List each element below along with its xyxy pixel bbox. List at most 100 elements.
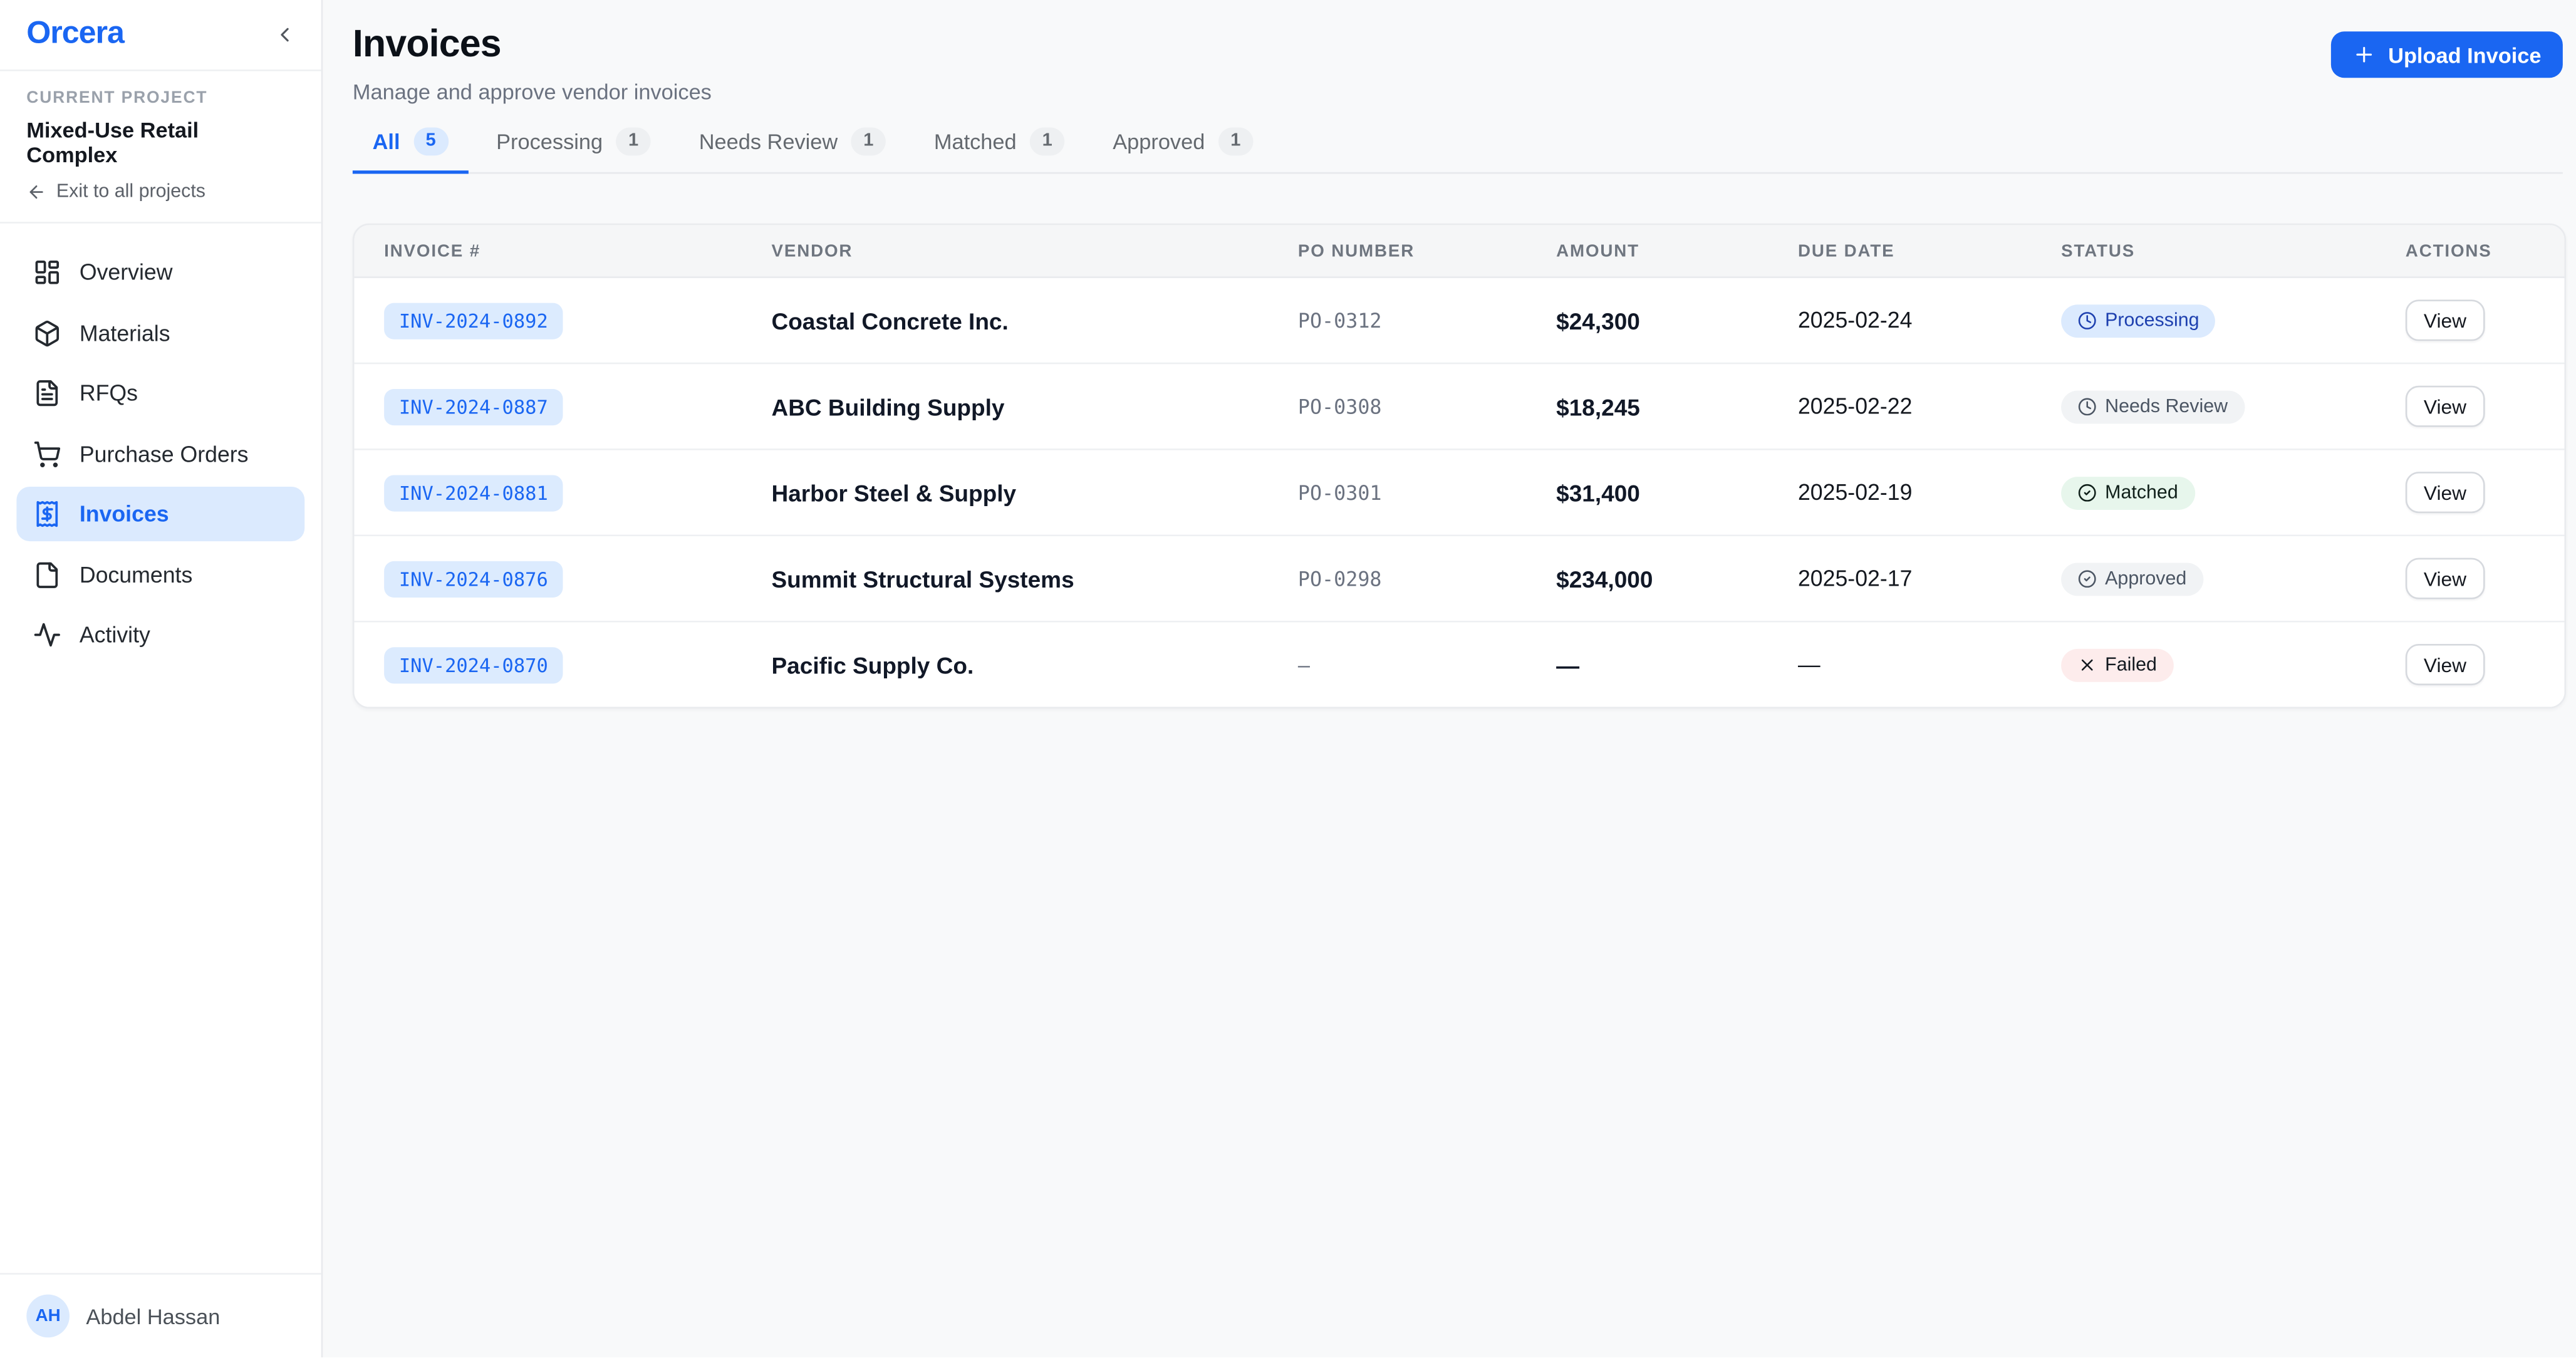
tab-count-badge: 1 <box>1030 127 1065 155</box>
current-project-section: CURRENT PROJECT Mixed-Use Retail Complex… <box>0 71 321 224</box>
sidebar-item-label: Activity <box>80 623 150 648</box>
column-header-invoice: INVOICE # <box>355 225 742 276</box>
column-header-status: STATUS <box>2032 225 2376 276</box>
user-menu[interactable]: AH Abdel Hassan <box>0 1273 321 1358</box>
vendor-name: Harbor Steel & Supply <box>742 450 1268 535</box>
po-number: — <box>1268 623 1526 707</box>
tab-approved[interactable]: Approved 1 <box>1093 127 1273 174</box>
exit-projects-link[interactable]: Exit to all projects <box>26 182 294 202</box>
sidebar-item-materials[interactable]: Materials <box>16 306 304 360</box>
invoice-amount: $31,400 <box>1527 450 1768 535</box>
exit-projects-label: Exit to all projects <box>56 182 205 202</box>
package-icon <box>33 319 61 347</box>
view-button[interactable]: View <box>2406 386 2485 427</box>
view-button[interactable]: View <box>2406 299 2485 341</box>
invoice-number-link[interactable]: INV-2024-0876 <box>384 561 563 597</box>
po-number: PO-0312 <box>1268 278 1526 363</box>
user-name: Abdel Hassan <box>86 1304 220 1329</box>
column-header-po: PO NUMBER <box>1268 225 1526 276</box>
vendor-name: Coastal Concrete Inc. <box>742 278 1268 363</box>
tab-count-badge: 1 <box>851 127 886 155</box>
tab-processing[interactable]: Processing 1 <box>476 127 670 174</box>
brand-logo: Orcera <box>26 16 124 53</box>
table-row: INV-2024-0892 Coastal Concrete Inc. PO-0… <box>355 278 2565 364</box>
check-circle-icon <box>2078 569 2097 588</box>
sidebar-item-label: Purchase Orders <box>80 441 249 466</box>
view-button[interactable]: View <box>2406 472 2485 513</box>
view-button[interactable]: View <box>2406 644 2485 685</box>
sidebar-item-label: Invoices <box>80 502 169 527</box>
tab-label: All <box>373 129 400 154</box>
column-header-actions: ACTIONS <box>2376 225 2564 276</box>
status-label: Processing <box>2105 311 2199 331</box>
vendor-name: ABC Building Supply <box>742 364 1268 448</box>
status-badge: Processing <box>2061 304 2216 337</box>
tab-matched[interactable]: Matched 1 <box>914 127 1084 174</box>
table-row: INV-2024-0870 Pacific Supply Co. — — — F… <box>355 623 2565 707</box>
po-number: PO-0301 <box>1268 450 1526 535</box>
table-header-row: INVOICE # VENDOR PO NUMBER AMOUNT DUE DA… <box>355 225 2565 278</box>
status-label: Approved <box>2105 569 2186 589</box>
upload-invoice-button[interactable]: Upload Invoice <box>2330 31 2563 78</box>
view-button[interactable]: View <box>2406 558 2485 599</box>
invoice-amount: — <box>1527 623 1768 707</box>
invoice-amount: $234,000 <box>1527 536 1768 621</box>
sidebar-item-overview[interactable]: Overview <box>16 245 304 299</box>
current-project-label: CURRENT PROJECT <box>26 90 294 108</box>
due-date: 2025-02-17 <box>1768 536 2031 621</box>
status-tabs: All 5 Processing 1 Needs Review 1 Matche… <box>353 127 2563 174</box>
sidebar-item-documents[interactable]: Documents <box>16 547 304 601</box>
po-number: PO-0308 <box>1268 364 1526 448</box>
chevron-left-icon <box>273 23 296 46</box>
status-label: Matched <box>2105 482 2178 502</box>
x-icon <box>2078 655 2097 674</box>
tab-needs-review[interactable]: Needs Review 1 <box>679 127 906 174</box>
file-icon <box>33 561 61 589</box>
invoice-amount: $24,300 <box>1527 278 1768 363</box>
tab-label: Processing <box>496 129 603 154</box>
tab-count-badge: 1 <box>616 127 651 155</box>
page-header: Invoices Manage and approve vendor invoi… <box>353 21 2563 104</box>
tab-label: Needs Review <box>699 129 838 154</box>
tab-label: Matched <box>934 129 1017 154</box>
column-header-vendor: VENDOR <box>742 225 1268 276</box>
sidebar-item-rfqs[interactable]: RFQs <box>16 366 304 420</box>
sidebar: Orcera CURRENT PROJECT Mixed-Use Retail … <box>0 0 323 1358</box>
status-badge: Approved <box>2061 562 2203 595</box>
page-title: Invoices <box>353 21 712 66</box>
column-header-amount: AMOUNT <box>1527 225 1768 276</box>
due-date: 2025-02-19 <box>1768 450 2031 535</box>
tab-label: Approved <box>1113 129 1205 154</box>
check-circle-icon <box>2078 483 2097 502</box>
due-date: — <box>1768 623 2031 707</box>
sidebar-header: Orcera <box>0 0 321 71</box>
invoice-number-link[interactable]: INV-2024-0870 <box>384 646 563 683</box>
vendor-name: Pacific Supply Co. <box>742 623 1268 707</box>
avatar: AH <box>26 1295 70 1339</box>
table-row: INV-2024-0881 Harbor Steel & Supply PO-0… <box>355 450 2565 536</box>
due-date: 2025-02-22 <box>1768 364 2031 448</box>
receipt-icon <box>33 500 61 528</box>
sidebar-collapse-button[interactable] <box>270 20 300 50</box>
tab-count-badge: 5 <box>413 127 449 155</box>
status-badge: Failed <box>2061 648 2173 682</box>
sidebar-item-label: Materials <box>80 320 170 345</box>
app-window: Orcera CURRENT PROJECT Mixed-Use Retail … <box>0 0 2576 1358</box>
clock-icon <box>2078 311 2097 329</box>
sidebar-item-activity[interactable]: Activity <box>16 608 304 662</box>
tab-count-badge: 1 <box>1218 127 1253 155</box>
sidebar-nav: Overview Materials RFQs Purchase Orders … <box>0 224 321 668</box>
sidebar-item-invoices[interactable]: Invoices <box>16 487 304 541</box>
invoice-number-link[interactable]: INV-2024-0887 <box>384 388 563 425</box>
invoice-number-link[interactable]: INV-2024-0892 <box>384 302 563 338</box>
status-badge: Needs Review <box>2061 390 2244 423</box>
table-row: INV-2024-0876 Summit Structural Systems … <box>355 536 2565 622</box>
status-badge: Matched <box>2061 476 2194 509</box>
sidebar-item-purchase-orders[interactable]: Purchase Orders <box>16 426 304 480</box>
tab-all[interactable]: All 5 <box>353 127 468 174</box>
project-name: Mixed-Use Retail Complex <box>26 118 294 167</box>
due-date: 2025-02-24 <box>1768 278 2031 363</box>
invoice-number-link[interactable]: INV-2024-0881 <box>384 474 563 511</box>
activity-icon <box>33 621 61 649</box>
upload-invoice-label: Upload Invoice <box>2388 42 2541 67</box>
